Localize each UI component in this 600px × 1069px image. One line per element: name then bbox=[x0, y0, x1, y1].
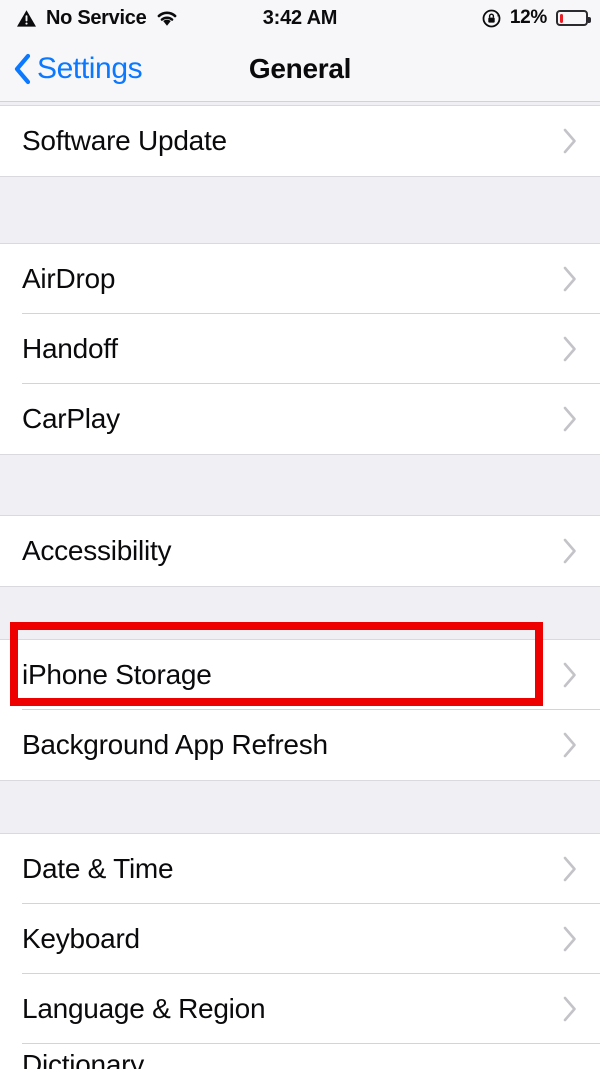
row-label: Software Update bbox=[22, 125, 227, 156]
list-item[interactable]: AirDrop bbox=[0, 244, 600, 314]
battery-fill bbox=[559, 13, 563, 23]
row-label: Language & Region bbox=[22, 993, 266, 1024]
chevron-right-icon bbox=[562, 127, 578, 155]
section-accessibility: Accessibility bbox=[0, 516, 600, 586]
list-item[interactable]: Background App Refresh bbox=[0, 710, 600, 780]
section-international: Date & Time Keyboard Language & Region D… bbox=[0, 834, 600, 1069]
section-gap bbox=[0, 586, 600, 640]
rotation-lock-icon bbox=[482, 9, 501, 28]
section-gap bbox=[0, 176, 600, 244]
section-software-update: Software Update bbox=[0, 106, 600, 176]
chevron-right-icon bbox=[562, 335, 578, 363]
chevron-right-icon bbox=[562, 995, 578, 1023]
section-gap bbox=[0, 454, 600, 516]
row-label: Date & Time bbox=[22, 853, 174, 884]
section-gap bbox=[0, 780, 600, 834]
list-item[interactable]: Handoff bbox=[0, 314, 600, 384]
row-label: Accessibility bbox=[22, 535, 172, 566]
battery-percent-label: 12% bbox=[509, 7, 547, 28]
list-item[interactable]: Date & Time bbox=[0, 834, 600, 904]
chevron-right-icon bbox=[562, 731, 578, 759]
row-label: CarPlay bbox=[22, 403, 120, 434]
battery-icon bbox=[556, 10, 591, 26]
iphone-settings-screen: No Service 3:42 AM 12% Settings General … bbox=[0, 0, 600, 1069]
chevron-right-icon bbox=[562, 925, 578, 953]
navigation-bar: Settings General bbox=[0, 36, 600, 102]
list-item[interactable]: CarPlay bbox=[0, 384, 600, 454]
list-item[interactable]: Keyboard bbox=[0, 904, 600, 974]
clock-label: 3:42 AM bbox=[262, 6, 338, 29]
list-item[interactable]: Accessibility bbox=[0, 516, 600, 586]
chevron-right-icon bbox=[562, 661, 578, 689]
wifi-icon bbox=[155, 9, 179, 27]
warning-triangle-icon bbox=[16, 9, 37, 28]
list-item-iphone-storage[interactable]: iPhone Storage bbox=[0, 640, 600, 710]
settings-list[interactable]: Software Update AirDrop Handoff CarPlay … bbox=[0, 102, 600, 1069]
row-label: AirDrop bbox=[22, 263, 116, 294]
list-item[interactable]: Dictionary bbox=[0, 1044, 600, 1069]
list-item[interactable]: Language & Region bbox=[0, 974, 600, 1044]
back-button[interactable]: Settings bbox=[0, 51, 143, 86]
back-button-label: Settings bbox=[37, 51, 143, 85]
row-label: Handoff bbox=[22, 333, 118, 364]
list-item[interactable]: Software Update bbox=[0, 106, 600, 176]
chevron-right-icon bbox=[562, 265, 578, 293]
chevron-right-icon bbox=[562, 855, 578, 883]
carrier-label: No Service bbox=[46, 6, 147, 29]
status-bar-left: No Service bbox=[16, 7, 179, 30]
row-label: Keyboard bbox=[22, 923, 140, 954]
section-connectivity: AirDrop Handoff CarPlay bbox=[0, 244, 600, 454]
section-storage: iPhone Storage Background App Refresh bbox=[0, 640, 600, 780]
row-label: iPhone Storage bbox=[22, 659, 212, 690]
page-title: General bbox=[248, 52, 352, 84]
status-bar: No Service 3:42 AM 12% bbox=[0, 0, 600, 36]
row-label: Dictionary bbox=[22, 1049, 144, 1069]
row-label: Background App Refresh bbox=[22, 729, 328, 760]
chevron-right-icon bbox=[562, 405, 578, 433]
status-bar-right: 12% bbox=[482, 0, 591, 36]
chevron-left-icon bbox=[13, 53, 31, 85]
chevron-right-icon bbox=[562, 537, 578, 565]
